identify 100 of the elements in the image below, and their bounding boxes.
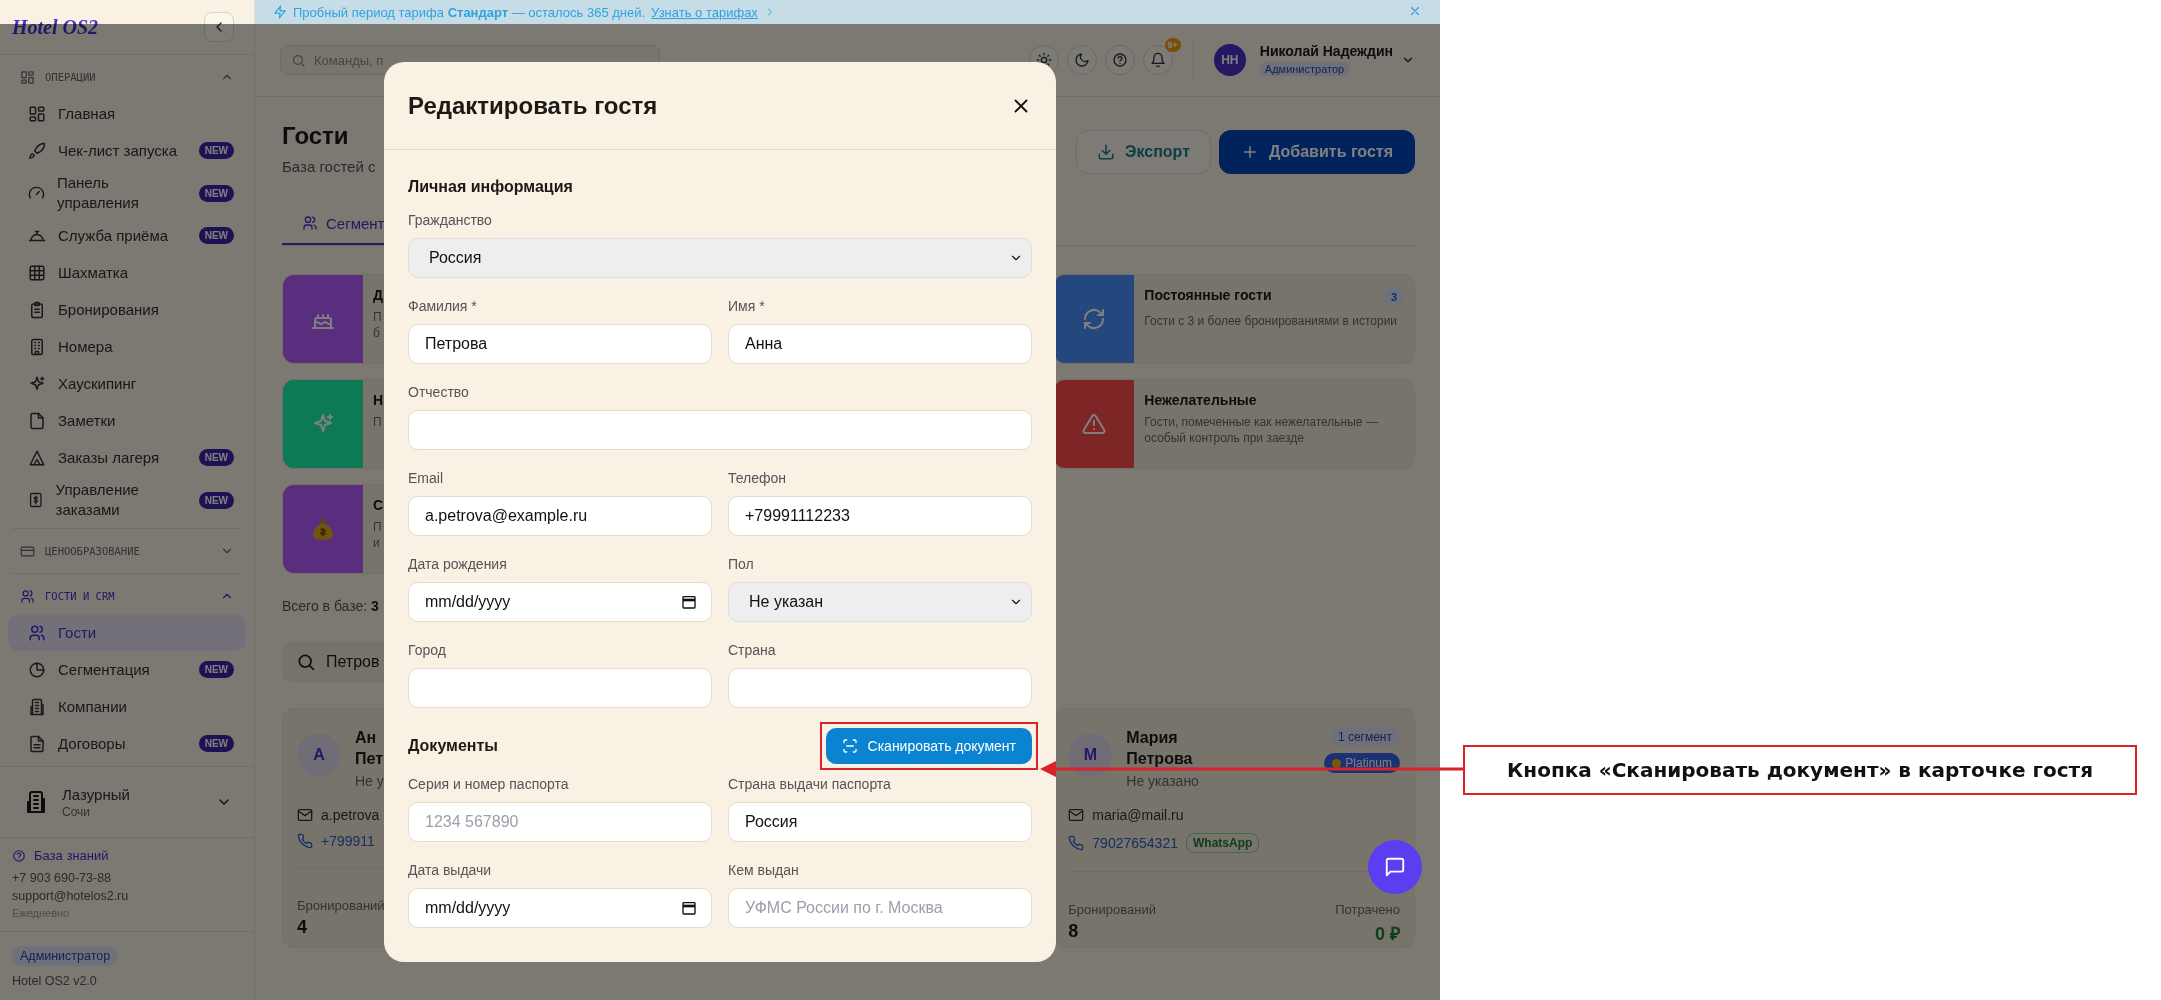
field-label: Страна выдачи паспорта bbox=[728, 775, 892, 794]
stat-label: Бронирований bbox=[297, 898, 385, 913]
warning-icon bbox=[1082, 412, 1107, 436]
nav-item[interactable]: Управление заказами NEW bbox=[8, 476, 246, 524]
sparkle-icon bbox=[28, 374, 46, 393]
section-header[interactable]: ГОСТИ И CRM bbox=[8, 578, 246, 614]
input-field[interactable]: Анна bbox=[728, 324, 1032, 364]
date-field[interactable]: mm/dd/yyyy bbox=[408, 582, 712, 622]
nav-item[interactable]: Шахматка bbox=[8, 254, 246, 291]
segment-count-badge: 1 сегмент bbox=[1329, 727, 1400, 747]
input-field[interactable] bbox=[728, 668, 1032, 708]
input-field[interactable]: +79991112233 bbox=[728, 496, 1032, 536]
file-icon bbox=[28, 411, 46, 430]
nav-item[interactable]: Панель управления NEW bbox=[8, 169, 246, 217]
nav-item[interactable]: Служба приёма NEW bbox=[8, 217, 246, 254]
input-field[interactable]: a.petrova@example.ru bbox=[408, 496, 712, 536]
guest-phone[interactable]: +799911 bbox=[321, 833, 375, 849]
new-badge: NEW bbox=[198, 449, 234, 466]
nav-item[interactable]: Заказы лагеря NEW bbox=[8, 439, 246, 476]
new-badge: NEW bbox=[198, 227, 234, 244]
help-icon bbox=[1111, 52, 1128, 68]
role-badge: Администратор bbox=[12, 946, 119, 966]
nav-item[interactable]: Компании bbox=[8, 688, 246, 725]
segment-description: Гости с 3 и более бронированиями в истории bbox=[1144, 313, 1399, 329]
users-icon bbox=[28, 623, 46, 642]
nav-item[interactable]: Хаускипинг bbox=[8, 365, 246, 402]
select-field[interactable]: Не указан bbox=[728, 582, 1032, 622]
field-label: Дата рождения bbox=[408, 555, 508, 574]
support-phone: +7 903 690-73-88 bbox=[12, 871, 113, 885]
chat-icon bbox=[1384, 856, 1406, 878]
input-field[interactable]: Россия bbox=[728, 802, 1032, 842]
segment-title: Нежелательные bbox=[1144, 392, 1257, 408]
mail-icon bbox=[297, 807, 313, 823]
document-icon bbox=[28, 734, 46, 753]
field-label: Дата выдачи bbox=[408, 861, 493, 880]
nav-item[interactable]: Главная bbox=[8, 95, 246, 132]
nav-item[interactable]: Гости bbox=[8, 614, 246, 651]
property-selector[interactable]: Лазурный Сочи bbox=[0, 766, 254, 837]
lightning-icon bbox=[273, 5, 287, 19]
new-badge: NEW bbox=[198, 661, 234, 678]
stat-value: 8 bbox=[1068, 921, 1080, 942]
input-field[interactable]: Петрова bbox=[408, 324, 712, 364]
dark-mode-button[interactable] bbox=[1066, 45, 1097, 75]
gauge-icon bbox=[28, 184, 45, 202]
stat-value: 0 ₽ bbox=[1373, 923, 1400, 945]
field-label: Телефон bbox=[728, 469, 788, 488]
guest-avatar: М bbox=[1068, 733, 1113, 777]
calendar-icon bbox=[681, 594, 697, 610]
search-icon bbox=[291, 52, 306, 68]
section-header[interactable]: ОПЕРАЦИИ bbox=[8, 59, 246, 95]
help-icon bbox=[12, 848, 26, 863]
add-button[interactable]: Добавить гостя bbox=[1218, 130, 1415, 174]
segment-card[interactable]: Нежелательные Гости, помеченные как нежелательные — особый контроль при заезде bbox=[1053, 379, 1415, 469]
nav-item[interactable]: Номера bbox=[8, 328, 246, 365]
calendar-icon bbox=[681, 900, 697, 916]
section-title: Личная информация bbox=[408, 177, 574, 197]
field-label: Гражданство bbox=[408, 211, 493, 230]
stat-value: 4 bbox=[297, 917, 308, 938]
segment-description: П bbox=[373, 414, 382, 430]
nav-item[interactable]: Заметки bbox=[8, 402, 246, 439]
users-icon bbox=[20, 588, 35, 604]
refresh-icon bbox=[1082, 307, 1107, 331]
guest-gender: Не у bbox=[355, 773, 384, 789]
guest-name: Мария Петрова bbox=[1126, 728, 1193, 769]
nav-item[interactable]: Бронирования bbox=[8, 291, 246, 328]
page-title: Гости bbox=[282, 121, 350, 151]
field-label: Пол bbox=[728, 555, 755, 574]
plans-link[interactable]: Узнать о тарифах bbox=[651, 4, 758, 20]
guest-card[interactable]: М Мария Петрова Не указано 1 сегмент Platinum maria@mail.ru 79027654321 WhatsApp Бронирований 8 Потрачено 0 ₽ bbox=[1053, 708, 1415, 948]
download-icon bbox=[1097, 143, 1116, 161]
segment-card[interactable]: Постоянные гости 3 Гости с 3 и более бронированиями в истории bbox=[1053, 274, 1415, 364]
field-label: Имя * bbox=[728, 297, 766, 316]
moon-icon bbox=[1073, 52, 1090, 68]
guest-phone[interactable]: 79027654321 bbox=[1092, 835, 1178, 851]
user-avatar[interactable]: НН bbox=[1213, 44, 1246, 76]
scan-document-button[interactable]: Сканировать документ bbox=[825, 728, 1032, 764]
count-badge: 3 bbox=[1384, 287, 1404, 307]
section-header[interactable]: ЦЕНООБРАЗОВАНИЕ bbox=[8, 533, 246, 569]
field-label: Кем выдан bbox=[728, 861, 800, 880]
date-field[interactable]: mm/dd/yyyy bbox=[408, 888, 712, 928]
knowledge-base-link[interactable]: База знаний bbox=[12, 848, 242, 863]
building-icon bbox=[28, 697, 46, 716]
phone-icon bbox=[1068, 835, 1085, 851]
guest-name: Ан Пет bbox=[355, 728, 383, 769]
input-field[interactable] bbox=[408, 668, 712, 708]
segment-title: Д bbox=[373, 287, 383, 303]
input-field[interactable]: 1234 567890 bbox=[408, 802, 712, 842]
input-field[interactable]: УФМС России по г. Москва bbox=[728, 888, 1032, 928]
dialog-title: Редактировать гостя bbox=[408, 91, 658, 120]
segment-description: Гости, помеченные как нежелательные — особый контроль при заезде bbox=[1144, 414, 1379, 446]
help-button[interactable] bbox=[1104, 45, 1135, 75]
export-button[interactable]: Экспорт bbox=[1076, 130, 1211, 174]
nav-item[interactable]: Сегментация NEW bbox=[8, 651, 246, 688]
input-field[interactable] bbox=[408, 410, 1032, 450]
select-field[interactable]: Россия bbox=[408, 238, 1032, 278]
grid-icon bbox=[20, 69, 35, 85]
nav-item[interactable]: Чек-лист запуска NEW bbox=[8, 132, 246, 169]
collapse-button[interactable] bbox=[204, 12, 234, 42]
nav-item[interactable]: Договоры NEW bbox=[8, 725, 246, 762]
money-bag-icon bbox=[310, 516, 336, 542]
